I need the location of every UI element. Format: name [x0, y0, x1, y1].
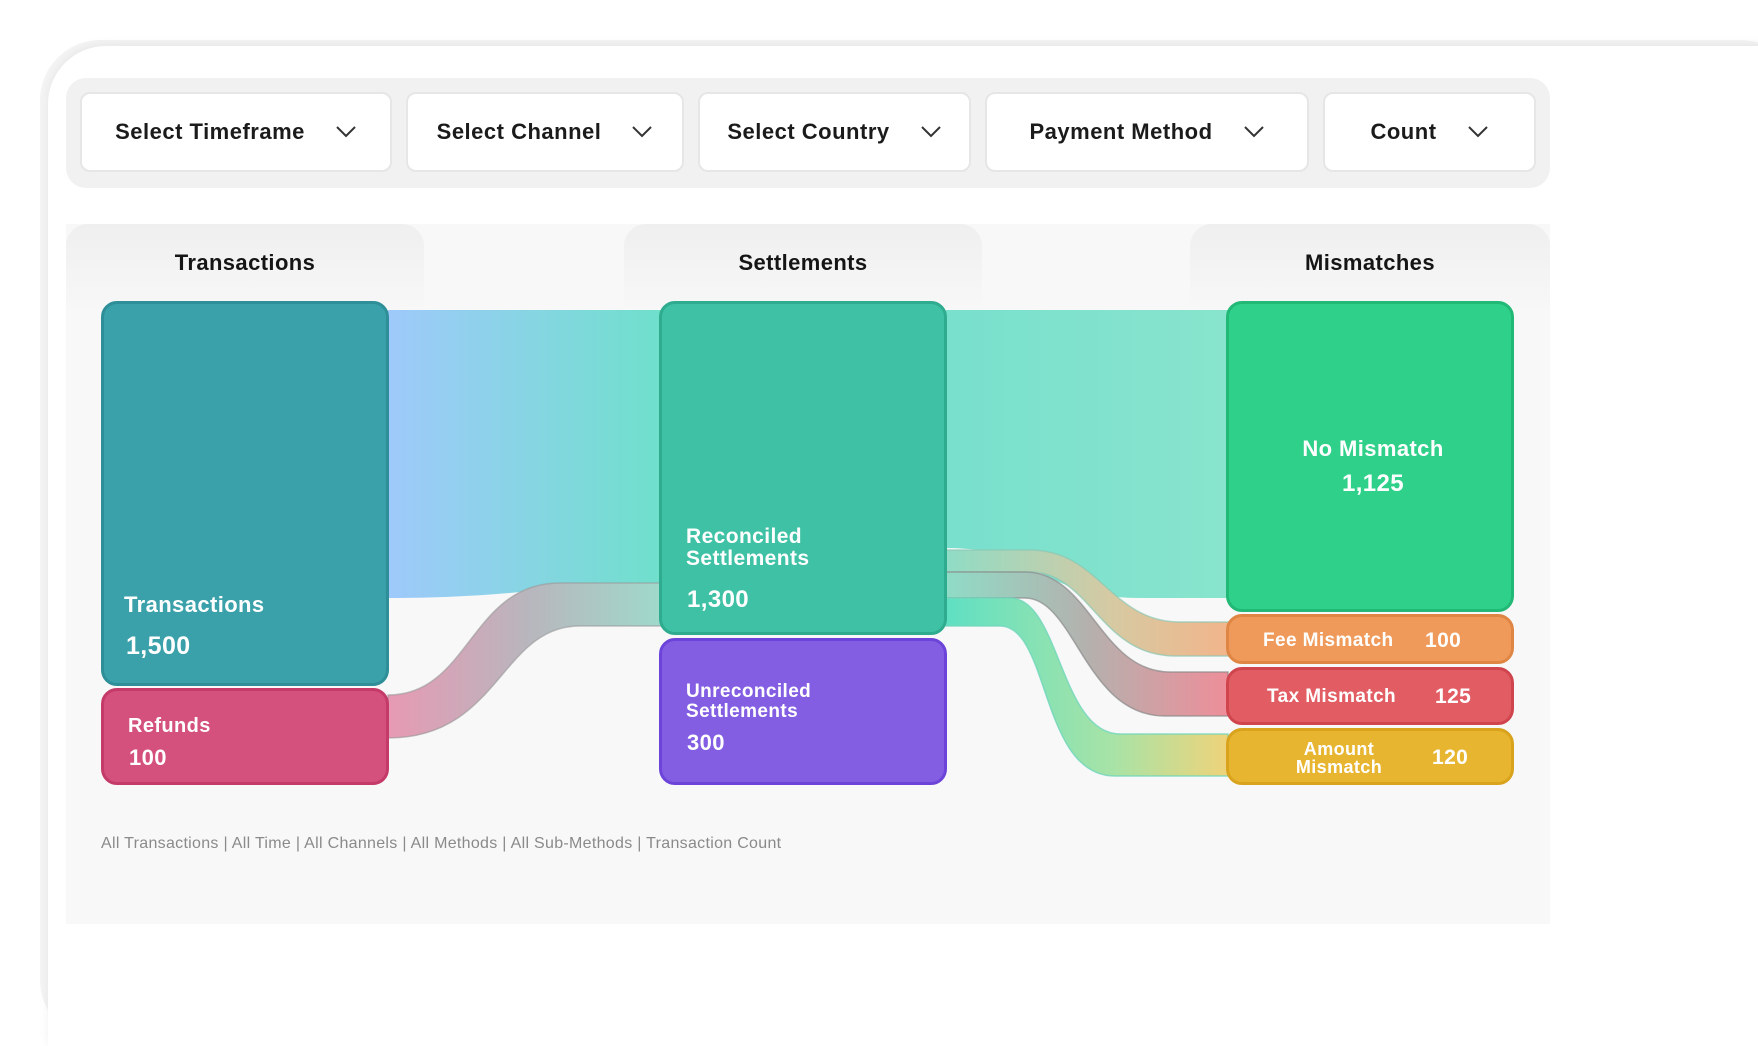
node-value: 1,125 — [1341, 470, 1405, 497]
link-transactions-reconciled — [388, 310, 662, 598]
node-label: No Mismatch — [1302, 436, 1444, 461]
node-refunds[interactable]: Refunds 100 — [101, 688, 389, 785]
node-tax-mismatch[interactable]: Tax Mismatch 125 — [1226, 667, 1514, 725]
filter-summary: All Transactions | All Time | All Channe… — [101, 835, 782, 852]
node-value: 125 — [1435, 685, 1472, 708]
node-no-mismatch[interactable]: No Mismatch 1,125 — [1226, 301, 1514, 612]
node-value: 1,500 — [126, 632, 191, 660]
node-transactions[interactable]: Transactions 1,500 — [101, 301, 389, 686]
node-value: 1,300 — [687, 586, 750, 613]
node-label: Unreconciled Settlements — [686, 681, 812, 722]
node-value: 120 — [1432, 746, 1469, 769]
node-value: 300 — [687, 730, 725, 755]
node-value: 100 — [129, 745, 167, 770]
node-label: Amount Mismatch — [1295, 739, 1383, 777]
node-fee-mismatch[interactable]: Fee Mismatch 100 — [1226, 614, 1514, 664]
node-unreconciled-settlements[interactable]: Unreconciled Settlements 300 — [659, 638, 947, 785]
link-refunds-reconciled — [387, 582, 663, 739]
node-label: Fee Mismatch — [1263, 630, 1394, 651]
node-value: 100 — [1425, 629, 1462, 652]
node-label: Reconciled Settlements — [686, 525, 810, 570]
node-label: Tax Mismatch — [1267, 686, 1397, 707]
node-reconciled-settlements[interactable]: Reconciled Settlements 1,300 — [659, 301, 947, 635]
node-amount-mismatch[interactable]: Amount Mismatch 120 — [1226, 728, 1514, 785]
node-label: Transactions — [124, 592, 265, 617]
node-label: Refunds — [128, 715, 211, 737]
